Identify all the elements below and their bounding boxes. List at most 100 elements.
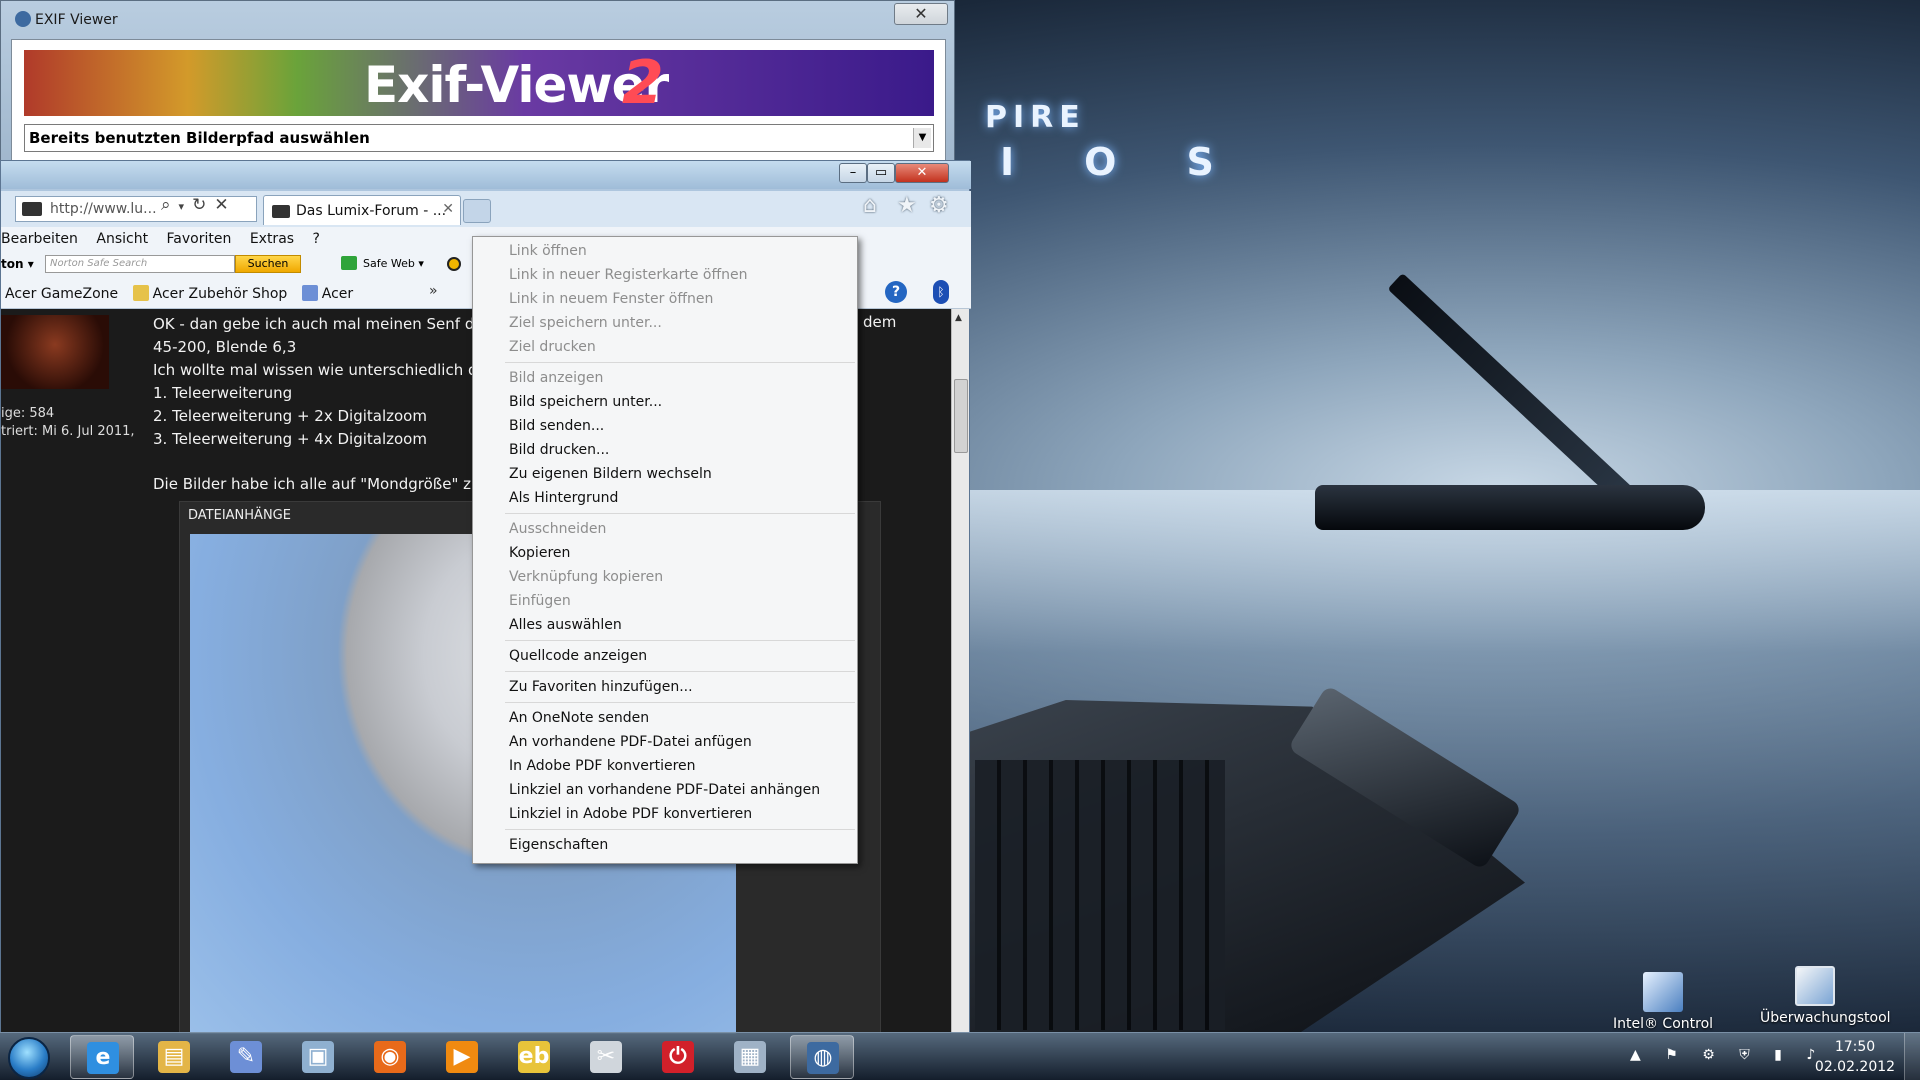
refresh-icon[interactable]: ↻ bbox=[192, 195, 214, 215]
taskbar-app-button[interactable]: ▦ bbox=[718, 1035, 782, 1079]
context-menu-item[interactable]: Zu Favoriten hinzufügen... bbox=[473, 675, 857, 699]
context-menu-item[interactable]: Linkziel in Adobe PDF konvertieren bbox=[473, 802, 857, 826]
taskbar-app-button[interactable]: ▣ bbox=[286, 1035, 350, 1079]
address-url: http://www.lu... bbox=[50, 201, 157, 217]
context-menu: Link öffnen Link in neuer Registerkarte ö… bbox=[472, 236, 858, 864]
user-registered: triert: Mi 6. Jul 2011, bbox=[1, 424, 135, 439]
norton-menu[interactable]: ton ▾ bbox=[1, 257, 34, 271]
paint-tool-icon: ✎ bbox=[230, 1041, 262, 1073]
favorite-acer-gamezone[interactable]: Acer GameZone bbox=[5, 286, 118, 302]
minimize-button[interactable]: – bbox=[839, 163, 867, 183]
context-menu-item[interactable]: Bild drucken... bbox=[473, 438, 857, 462]
exif-title-text: EXIF Viewer bbox=[35, 12, 118, 28]
taskbar-app-button[interactable]: eb bbox=[502, 1035, 566, 1079]
close-button[interactable]: ✕ bbox=[895, 163, 949, 183]
taskbar-app-button[interactable]: ▶ bbox=[430, 1035, 494, 1079]
context-menu-item[interactable]: Einfügen bbox=[473, 589, 857, 613]
help-icon[interactable]: ? bbox=[885, 281, 907, 303]
context-menu-item[interactable]: Bild speichern unter... bbox=[473, 390, 857, 414]
monitoring-tool-icon bbox=[1795, 966, 1835, 1006]
snipping-tool-icon: ✂ bbox=[590, 1041, 622, 1073]
taskbar-app-button[interactable]: ▤ bbox=[142, 1035, 206, 1079]
tab-title: Das Lumix-Forum - ... bbox=[296, 203, 447, 219]
favorite-acer[interactable]: Acer bbox=[322, 286, 353, 302]
calculator-icon: ▦ bbox=[734, 1041, 766, 1073]
menu-edit[interactable]: Bearbeiten bbox=[1, 231, 78, 247]
context-menu-item[interactable]: Verknüpfung kopieren bbox=[473, 565, 857, 589]
keyboard-keys-image bbox=[975, 760, 1225, 1030]
tab-lumix-forum[interactable]: Das Lumix-Forum - ... ✕ bbox=[263, 195, 461, 225]
post-line: Die Bilder habe ich alle auf "Mondgröße"… bbox=[153, 475, 487, 493]
home-icon[interactable]: ⌂ bbox=[863, 193, 877, 218]
exif-banner: Exif-Viewer 2 bbox=[24, 48, 934, 118]
context-menu-item[interactable]: Ausschneiden bbox=[473, 517, 857, 541]
context-menu-item[interactable]: Bild anzeigen bbox=[473, 366, 857, 390]
favorites-star-icon[interactable]: ★ bbox=[897, 193, 917, 218]
gear-icon[interactable]: ⚙ bbox=[929, 193, 949, 218]
taskbar-app-button[interactable]: ◍ bbox=[790, 1035, 854, 1079]
address-actions: ⌕▾↻✕ bbox=[161, 195, 237, 215]
menu-help[interactable]: ? bbox=[313, 231, 320, 247]
taskbar-app-button[interactable]: ⏻ bbox=[646, 1035, 710, 1079]
context-menu-item[interactable]: Eigenschaften bbox=[473, 833, 857, 857]
exif-close-button[interactable]: ✕ bbox=[894, 3, 948, 25]
system-tray[interactable]: ▲ ⚑ ⚙ ⛨ ▮ ♪ bbox=[1630, 1047, 1825, 1063]
menu-view[interactable]: Ansicht bbox=[96, 231, 148, 247]
scroll-thumb[interactable] bbox=[954, 379, 968, 453]
context-menu-item[interactable]: Link öffnen bbox=[473, 239, 857, 263]
context-menu-item[interactable]: Als Hintergrund bbox=[473, 486, 857, 510]
context-menu-item[interactable]: In Adobe PDF konvertieren bbox=[473, 754, 857, 778]
bluetooth-icon[interactable]: ᛒ bbox=[933, 280, 949, 304]
search-icon[interactable]: ⌕ bbox=[161, 195, 179, 215]
context-menu-item[interactable]: Ziel speichern unter... bbox=[473, 311, 857, 335]
taskbar-app-button[interactable]: ✎ bbox=[214, 1035, 278, 1079]
norton-search-input[interactable]: Norton Safe Search bbox=[45, 255, 235, 273]
desktop-icon-monitoring-tool[interactable]: Überwachungstool bbox=[1760, 966, 1891, 1026]
context-menu-item[interactable]: An vorhandene PDF-Datei anfügen bbox=[473, 730, 857, 754]
desktop-icon-label: Überwachungstool bbox=[1760, 1010, 1891, 1026]
user-info: ige: 584 triert: Mi 6. Jul 2011, bbox=[1, 405, 135, 441]
new-tab-button[interactable] bbox=[463, 199, 491, 223]
norton-status-icon[interactable] bbox=[447, 257, 461, 271]
exif-banner-version: 2 bbox=[622, 48, 664, 118]
dropdown-icon[interactable]: ▾ bbox=[179, 200, 193, 213]
desktop-icon-intel-control[interactable]: Intel® Control bbox=[1608, 972, 1718, 1032]
page-scrollbar[interactable]: ▲ bbox=[951, 309, 969, 1033]
context-menu-item[interactable]: Quellcode anzeigen bbox=[473, 644, 857, 668]
forum-post-text: OK - dan gebe ich auch mal meinen Senf d… bbox=[153, 313, 487, 496]
context-menu-item[interactable]: Ziel drucken bbox=[473, 335, 857, 359]
taskbar-app-button[interactable]: ✂ bbox=[574, 1035, 638, 1079]
window-app-icon: ▣ bbox=[302, 1041, 334, 1073]
chevron-more-icon[interactable]: » bbox=[429, 283, 438, 299]
taskbar-clock[interactable]: 17:50 02.02.2012 bbox=[1812, 1037, 1898, 1077]
context-menu-item[interactable]: Alles auswählen bbox=[473, 613, 857, 637]
tab-close-icon[interactable]: ✕ bbox=[442, 201, 454, 217]
context-menu-item[interactable]: Bild senden... bbox=[473, 414, 857, 438]
scroll-up-icon[interactable]: ▲ bbox=[955, 313, 962, 323]
stop-icon[interactable]: ✕ bbox=[214, 195, 236, 215]
show-desktop-button[interactable] bbox=[1904, 1033, 1920, 1080]
menu-favorites[interactable]: Favoriten bbox=[167, 231, 232, 247]
context-menu-item[interactable]: Zu eigenen Bildern wechseln bbox=[473, 462, 857, 486]
menu-separator bbox=[505, 513, 855, 514]
media-player-icon: ▶ bbox=[446, 1041, 478, 1073]
user-avatar bbox=[1, 315, 109, 389]
maximize-button[interactable]: ▭ bbox=[867, 163, 895, 183]
context-menu-item[interactable]: Link in neuer Registerkarte öffnen bbox=[473, 263, 857, 287]
context-menu-item[interactable]: Kopieren bbox=[473, 541, 857, 565]
context-menu-item[interactable]: An OneNote senden bbox=[473, 706, 857, 730]
taskbar-app-button[interactable]: ◉ bbox=[358, 1035, 422, 1079]
favorite-acer-accessories[interactable]: Acer Zubehör Shop bbox=[153, 286, 288, 302]
context-menu-item[interactable]: Linkziel an vorhandene PDF-Datei anhänge… bbox=[473, 778, 857, 802]
taskbar-app-button[interactable]: e bbox=[70, 1035, 134, 1079]
browser-titlebar: – ▭ ✕ bbox=[1, 161, 971, 189]
norton-search-button[interactable]: Suchen bbox=[235, 255, 301, 273]
image-path-dropdown[interactable]: Bereits benutzten Bilderpfad auswählen ▼ bbox=[24, 124, 934, 152]
context-menu-item[interactable]: Link in neuem Fenster öffnen bbox=[473, 287, 857, 311]
menu-separator bbox=[505, 702, 855, 703]
menu-tools[interactable]: Extras bbox=[250, 231, 294, 247]
exif-app-icon bbox=[15, 11, 31, 27]
chevron-down-icon[interactable]: ▼ bbox=[913, 128, 931, 148]
safe-web-menu[interactable]: Safe Web ▾ bbox=[363, 257, 424, 270]
start-button[interactable] bbox=[8, 1037, 50, 1079]
